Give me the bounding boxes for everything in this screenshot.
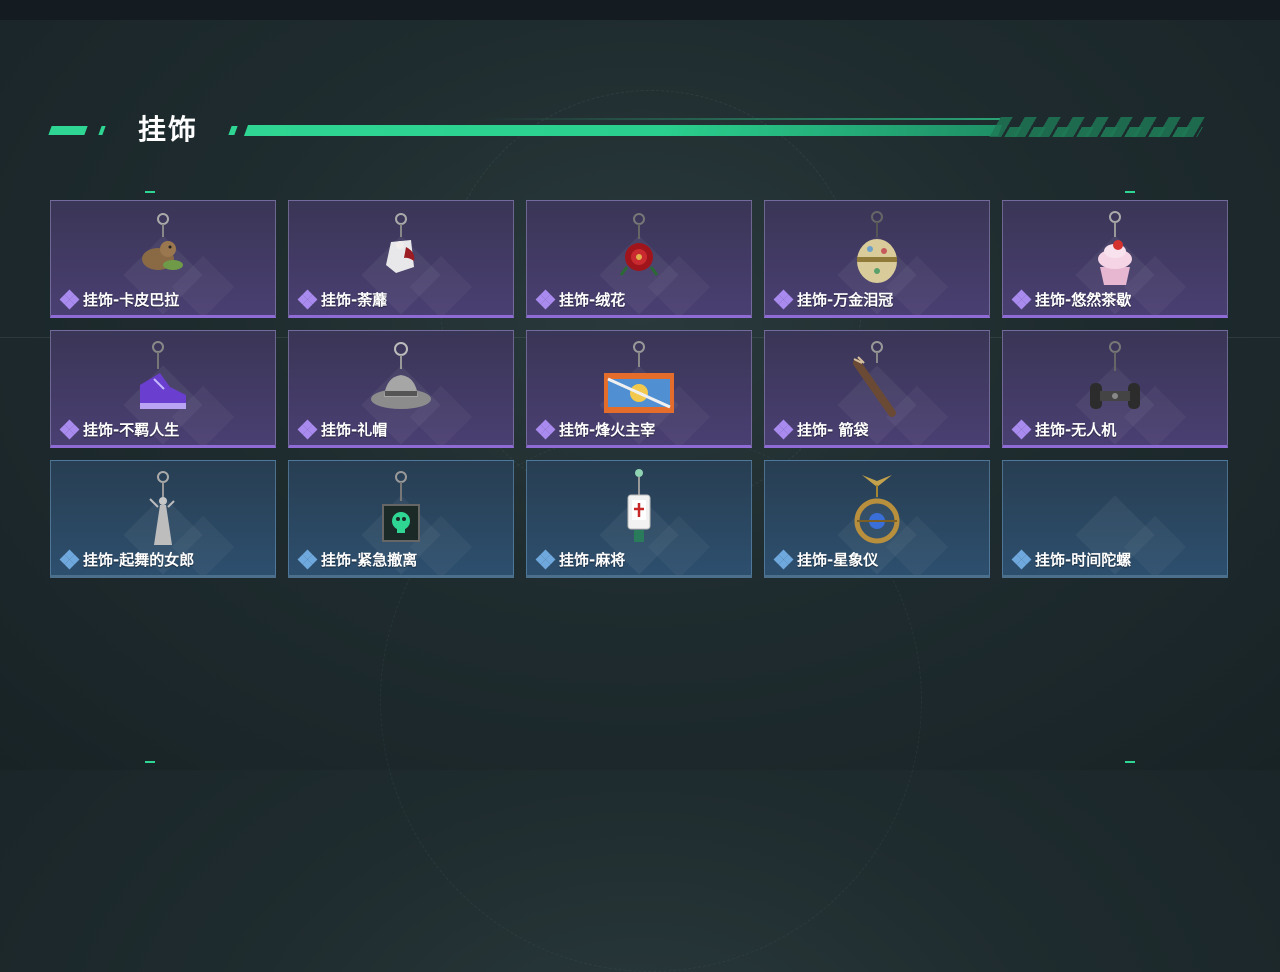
charm-name: 挂饰-起舞的女郎 — [83, 551, 195, 569]
header-checker-pattern-lower — [1004, 127, 1203, 137]
rarity-diamond-icon — [535, 419, 556, 439]
charm-label: 挂饰-起舞的女郎 — [59, 549, 195, 570]
charm-grid: 挂饰-卡皮巴拉 挂饰-荼蘼 挂饰-绒花 挂饰-万金泪冠 挂饰-悠然茶歇 挂饰-不羁人生 挂饰… — [50, 200, 1230, 580]
corner-tick — [145, 761, 155, 763]
spinning-top-charm-icon — [1070, 467, 1160, 557]
charm-card[interactable]: 挂饰-紧急撤离 — [288, 460, 514, 578]
charm-name: 挂饰-时间陀螺 — [1035, 551, 1132, 569]
charm-card[interactable]: 挂饰-不羁人生 — [50, 330, 276, 448]
top-bar — [0, 0, 1280, 20]
dancer-figurine-charm-icon — [118, 467, 208, 557]
capybara-charm-icon — [118, 207, 208, 297]
sneaker-charm-icon — [118, 337, 208, 427]
rarity-diamond-icon — [773, 419, 794, 439]
charm-card[interactable]: 挂饰- 箭袋 — [764, 330, 990, 448]
charm-name: 挂饰-绒花 — [559, 291, 626, 309]
rarity-diamond-icon — [535, 549, 556, 569]
charm-name: 挂饰-悠然茶歇 — [1035, 291, 1132, 309]
rarity-diamond-icon — [1011, 549, 1032, 569]
rarity-diamond-icon — [535, 289, 556, 309]
charm-card[interactable]: 挂饰-卡皮巴拉 — [50, 200, 276, 318]
corner-tick — [1125, 191, 1135, 193]
charm-card[interactable]: 挂饰-时间陀螺 — [1002, 460, 1228, 578]
charm-label: 挂饰-紧急撤离 — [297, 549, 418, 570]
corner-tick — [1125, 761, 1135, 763]
charm-card[interactable]: 挂饰-星象仪 — [764, 460, 990, 578]
cupcake-charm-icon — [1070, 207, 1160, 297]
charm-card[interactable]: 挂饰-礼帽 — [288, 330, 514, 448]
flower-doll-charm-icon — [356, 207, 446, 297]
skull-box-charm-icon — [356, 467, 446, 557]
charm-label: 挂饰-荼蘼 — [297, 289, 388, 310]
charm-name: 挂饰-紧急撤离 — [321, 551, 418, 569]
charm-label: 挂饰- 箭袋 — [773, 419, 869, 440]
charm-name: 挂饰-不羁人生 — [83, 421, 180, 439]
charm-card[interactable]: 挂饰-悠然茶歇 — [1002, 200, 1228, 318]
drone-wheels-charm-icon — [1070, 337, 1160, 427]
astrolabe-charm-icon — [832, 467, 922, 557]
charm-label: 挂饰-卡皮巴拉 — [59, 289, 180, 310]
rarity-diamond-icon — [1011, 419, 1032, 439]
red-flower-charm-icon — [594, 207, 684, 297]
charm-name: 挂饰-星象仪 — [797, 551, 879, 569]
charm-name: 挂饰-卡皮巴拉 — [83, 291, 180, 309]
rarity-diamond-icon — [59, 289, 80, 309]
container-charm-icon — [594, 337, 684, 427]
charm-label: 挂饰-万金泪冠 — [773, 289, 894, 310]
jeweled-egg-charm-icon — [832, 207, 922, 297]
header-thin-line — [480, 118, 1000, 120]
header-accent-block — [48, 126, 88, 135]
rarity-diamond-icon — [59, 549, 80, 569]
charm-card[interactable]: 挂饰-起舞的女郎 — [50, 460, 276, 578]
header-accent-tick — [98, 126, 106, 135]
charm-card[interactable]: 挂饰-无人机 — [1002, 330, 1228, 448]
charm-card[interactable]: 挂饰-绒花 — [526, 200, 752, 318]
rarity-diamond-icon — [59, 419, 80, 439]
fedora-hat-charm-icon — [356, 337, 446, 427]
charm-card[interactable]: 挂饰-万金泪冠 — [764, 200, 990, 318]
charm-name: 挂饰- 箭袋 — [797, 421, 869, 439]
charm-label: 挂饰-礼帽 — [297, 419, 388, 440]
charm-label: 挂饰-悠然茶歇 — [1011, 289, 1132, 310]
charm-name: 挂饰-无人机 — [1035, 421, 1117, 439]
rarity-diamond-icon — [297, 549, 318, 569]
charm-label: 挂饰-绒花 — [535, 289, 626, 310]
charm-label: 挂饰-无人机 — [1011, 419, 1117, 440]
charm-card[interactable]: 挂饰-烽火主宰 — [526, 330, 752, 448]
charm-name: 挂饰-烽火主宰 — [559, 421, 656, 439]
page-title: 挂饰 — [138, 113, 199, 146]
charm-label: 挂饰-时间陀螺 — [1011, 549, 1132, 570]
charm-label: 挂饰-星象仪 — [773, 549, 879, 570]
charm-label: 挂饰-烽火主宰 — [535, 419, 656, 440]
charm-card[interactable]: 挂饰-麻将 — [526, 460, 752, 578]
charm-name: 挂饰-万金泪冠 — [797, 291, 894, 309]
header-accent-slash — [228, 126, 238, 135]
rarity-diamond-icon — [773, 549, 794, 569]
mahjong-tile-charm-icon — [594, 467, 684, 557]
charm-name: 挂饰-麻将 — [559, 551, 626, 569]
header-progress-bar — [243, 125, 1003, 136]
charm-card[interactable]: 挂饰-荼蘼 — [288, 200, 514, 318]
rarity-diamond-icon — [297, 419, 318, 439]
rarity-diamond-icon — [1011, 289, 1032, 309]
rarity-diamond-icon — [773, 289, 794, 309]
charm-name: 挂饰-礼帽 — [321, 421, 388, 439]
charm-name: 挂饰-荼蘼 — [321, 291, 388, 309]
rarity-diamond-icon — [297, 289, 318, 309]
charm-label: 挂饰-麻将 — [535, 549, 626, 570]
charm-label: 挂饰-不羁人生 — [59, 419, 180, 440]
corner-tick — [145, 191, 155, 193]
quiver-charm-icon — [832, 337, 922, 427]
